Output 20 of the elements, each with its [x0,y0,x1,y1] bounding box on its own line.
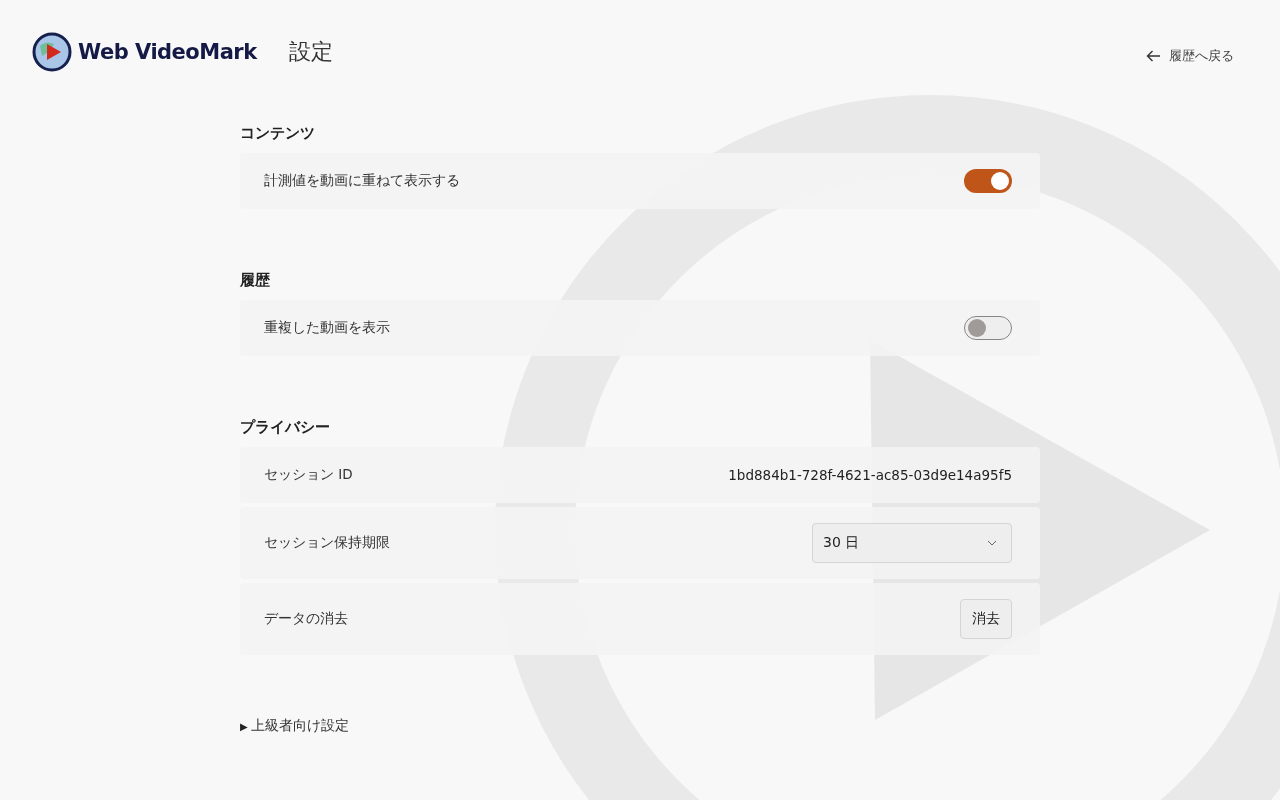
setting-label: 重複した動画を表示 [264,319,390,337]
section-heading: プライバシー [240,418,331,437]
page-title: 設定 [288,38,333,66]
delete-button[interactable]: 消去 [960,599,1012,639]
back-link[interactable]: 履歴へ戻る [1146,47,1234,65]
period-dropdown[interactable]: 30 日 [812,523,1012,563]
section-heading: コンテンツ [240,124,316,143]
setting-label: 計測値を動画に重ねて表示する [264,172,460,190]
setting-label: セッション ID [264,466,353,484]
toggle-switch[interactable] [964,316,1012,340]
session-id-value: 1bd884b1-728f-4621-ac85-03d9e14a95f5 [728,467,1012,483]
logo-icon [32,32,72,72]
setting-label: セッション保持期限 [264,534,390,552]
section-heading: 履歴 [240,271,271,290]
arrow-left-icon [1146,50,1161,62]
toggle-switch[interactable] [964,169,1012,193]
advanced-settings-toggle[interactable]: ▶ 上級者向け設定 [240,717,1040,735]
setting-label: データの消去 [264,610,348,628]
chevron-down-icon [987,540,997,546]
brand-name: Web VideoMark [78,40,257,64]
